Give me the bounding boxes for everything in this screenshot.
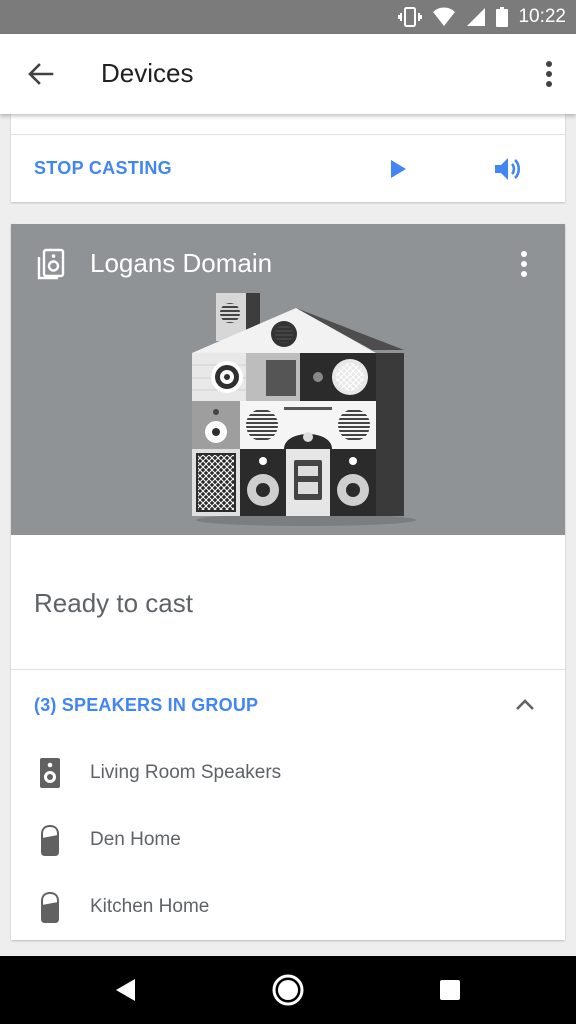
signal-icon — [467, 8, 486, 26]
google-home-icon — [41, 824, 59, 856]
device-hero: Logans Domain — [11, 224, 565, 535]
divider — [11, 669, 565, 670]
divider — [11, 134, 565, 135]
nav-back-icon[interactable] — [109, 973, 143, 1007]
device-status: Ready to cast — [34, 588, 193, 618]
battery-icon — [496, 7, 509, 27]
volume-icon[interactable] — [491, 152, 525, 186]
app-bar: Devices — [0, 34, 576, 114]
back-arrow-icon[interactable] — [22, 56, 58, 92]
device-name: Logans Domain — [90, 248, 273, 278]
stop-casting-button[interactable]: STOP CASTING — [34, 158, 172, 179]
device-card: Logans Domain Ready to cast (3) SPEAKERS… — [11, 224, 565, 940]
vibrate-icon — [398, 7, 423, 27]
google-home-icon — [41, 891, 59, 923]
nav-recents-icon[interactable] — [433, 973, 467, 1007]
more-vert-icon[interactable] — [515, 246, 533, 282]
casting-card: STOP CASTING — [11, 114, 565, 202]
status-icons: 10:22 — [398, 0, 566, 34]
page-title: Devices — [101, 58, 194, 88]
status-time: 10:22 — [518, 6, 566, 27]
speaker-name: Living Room Speakers — [90, 762, 282, 783]
list-item[interactable]: Living Room Speakers — [11, 745, 565, 801]
speaker-name: Den Home — [90, 829, 181, 850]
speakers-group-toggle[interactable]: (3) SPEAKERS IN GROUP — [34, 695, 258, 716]
system-nav-bar — [0, 956, 576, 1024]
list-item[interactable]: Den Home — [11, 812, 565, 868]
speaker-icon — [40, 758, 60, 788]
more-vert-icon[interactable] — [540, 56, 558, 92]
speaker-name: Kitchen Home — [90, 896, 210, 917]
speaker-house-illustration — [192, 293, 416, 526]
chevron-up-icon[interactable] — [513, 694, 537, 716]
play-icon[interactable] — [384, 154, 412, 184]
speaker-group-icon — [37, 248, 65, 280]
wifi-icon — [433, 7, 456, 26]
status-bar: 10:22 — [0, 0, 576, 34]
nav-home-icon[interactable] — [271, 973, 305, 1007]
list-item[interactable]: Kitchen Home — [11, 879, 565, 935]
